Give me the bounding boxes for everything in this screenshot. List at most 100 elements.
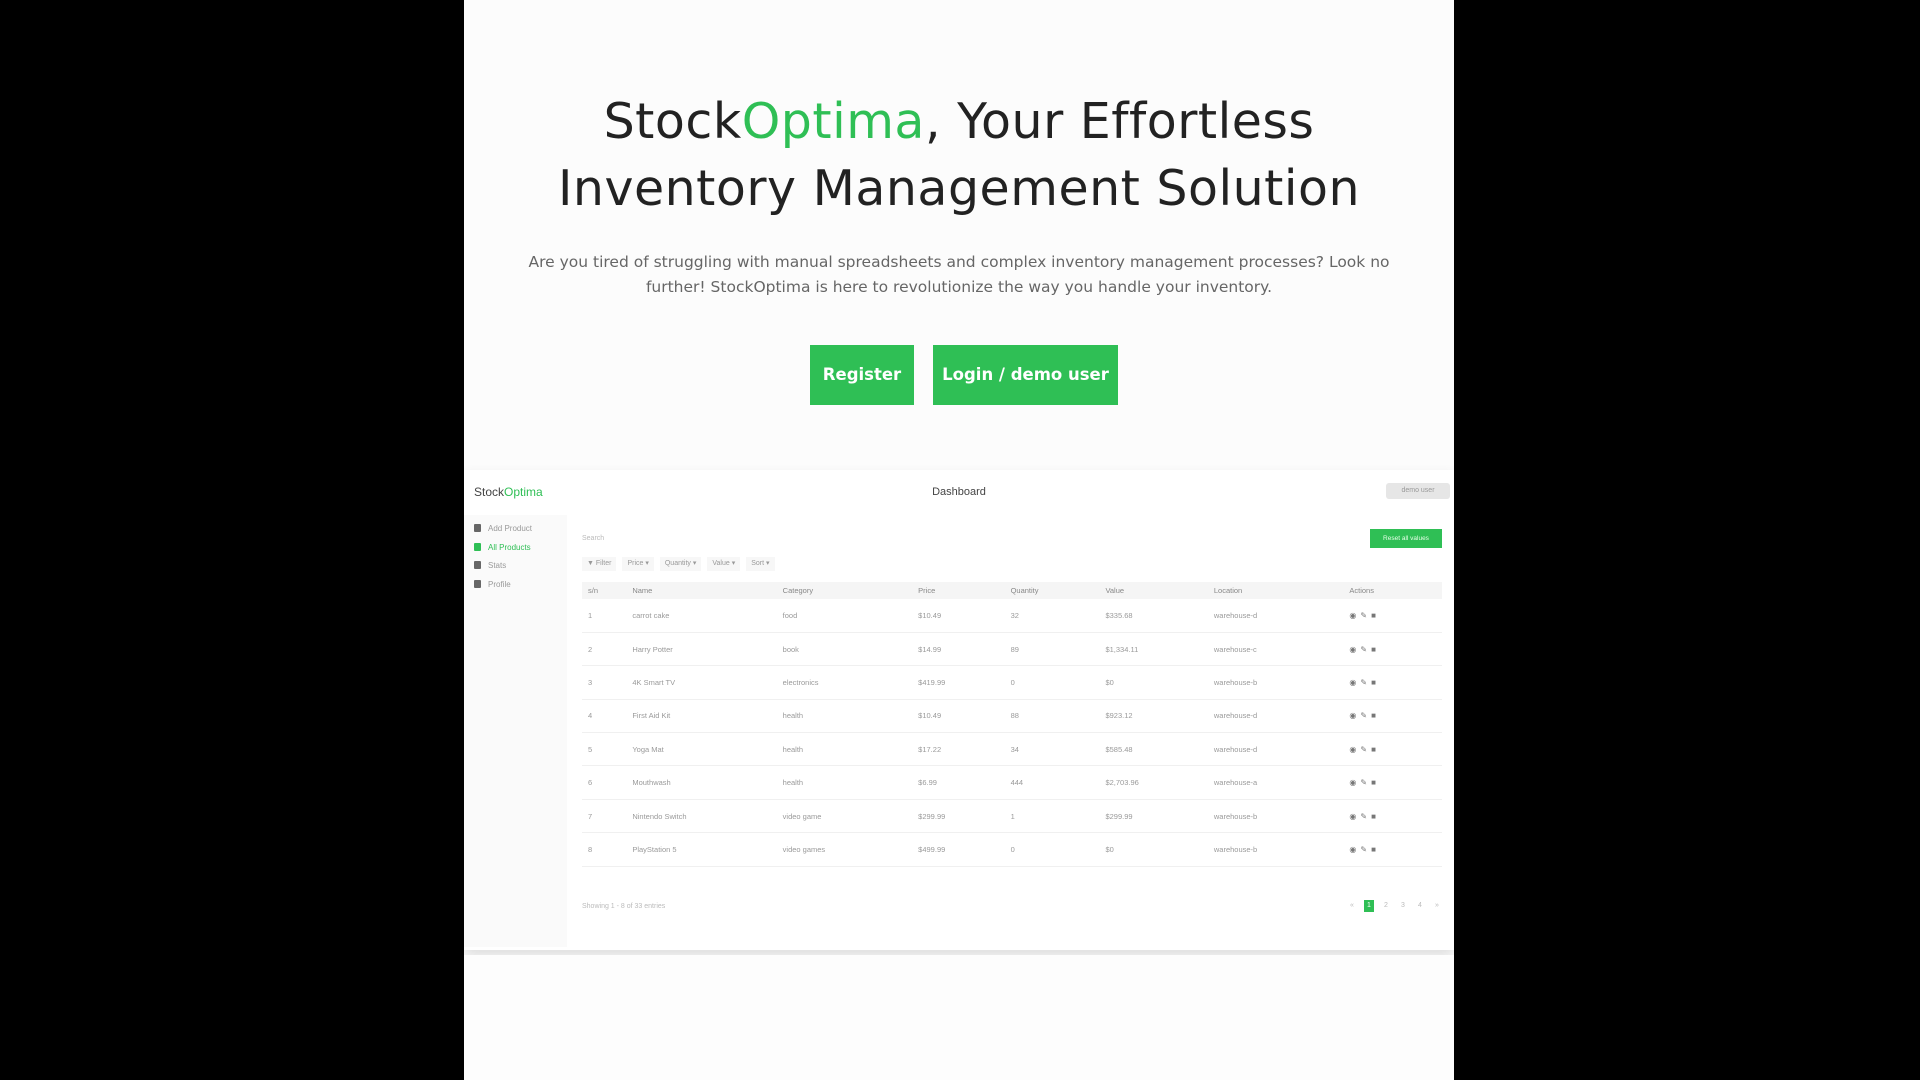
preview-table-cell: 3	[582, 665, 627, 700]
preview-table-cell: Yoga Mat	[626, 732, 777, 767]
preview-page-button: 1	[1364, 900, 1374, 912]
edit-icon: ✎	[1360, 811, 1372, 821]
preview-column-header: Actions	[1343, 582, 1442, 599]
preview-column-header: Location	[1207, 582, 1344, 599]
preview-filter-chip: ▼ Filter	[582, 557, 617, 571]
landing-page: StockOptima, Your Effortless Inventory M…	[464, 0, 1454, 1080]
preview-sidebar: Add Product All Products Stats Profile	[464, 515, 567, 947]
preview-sidebar-item: All Products	[474, 541, 531, 555]
hero-description: Are you tired of struggling with manual …	[528, 253, 1390, 296]
preview-sidebar-label: Add Product	[488, 524, 533, 533]
preview-sidebar-item: Stats	[474, 559, 506, 573]
preview-table-cell: $335.68	[1099, 599, 1208, 633]
register-button[interactable]: Register	[810, 345, 914, 405]
edit-icon: ✎	[1360, 610, 1372, 620]
view-icon: ◉	[1349, 610, 1361, 620]
view-icon: ◉	[1349, 644, 1361, 654]
preview-table-cell: $6.99	[912, 765, 1005, 800]
delete-icon: ■	[1371, 811, 1380, 821]
preview-table-cell: 6	[582, 765, 627, 800]
preview-table-cell: $14.99	[912, 632, 1005, 667]
preview-filter-chip: Price ▾	[622, 557, 654, 571]
preview-table-cell: carrot cake	[626, 599, 777, 633]
preview-pagination: « 1 2 3 4 »	[1347, 900, 1442, 912]
preview-table-row: 3 4K Smart TV electronics $419.99 0 $0 warehou…	[582, 665, 1442, 700]
preview-table-cell: video games	[776, 832, 913, 867]
preview-column-header: Price	[912, 582, 1005, 599]
preview-table-cell: health	[776, 765, 913, 800]
edit-icon: ✎	[1360, 644, 1372, 654]
page-bottom-area	[464, 955, 1454, 1080]
preview-table-cell: 0	[1004, 665, 1100, 700]
preview-row-actions: ◉✎■	[1343, 699, 1442, 734]
preview-table-cell: $419.99	[912, 665, 1005, 700]
preview-main-panel: Search Reset all values ▼ Filter Price ▾ Q…	[572, 523, 1450, 945]
preview-table-cell: 7	[582, 799, 627, 834]
preview-search-input: Search	[582, 535, 605, 542]
preview-table-cell: $499.99	[912, 832, 1005, 867]
preview-table-cell: health	[776, 732, 913, 767]
preview-page-button: 4	[1418, 902, 1422, 909]
preview-table-cell: 4	[582, 699, 627, 734]
preview-table-row: 5 Yoga Mat health $17.22 34 $585.48 warehouse-…	[582, 732, 1442, 767]
hero-title-line2: Inventory Management Solution	[557, 160, 1361, 217]
preview-row-actions: ◉✎■	[1343, 732, 1442, 767]
preview-table-cell: 8	[582, 832, 627, 867]
preview-sidebar-label: All Products	[488, 542, 531, 552]
preview-table-cell: $10.49	[912, 599, 1005, 633]
bar-chart-icon	[474, 561, 481, 569]
preview-table-cell: Mouthwash	[626, 765, 777, 800]
folder-icon	[474, 542, 481, 551]
preview-filter-chip: Sort ▾	[746, 557, 775, 571]
edit-icon: ✎	[1360, 744, 1372, 754]
file-icon	[474, 524, 481, 532]
preview-user-menu: demo user	[1386, 483, 1450, 499]
preview-table-cell: 32	[1004, 599, 1100, 633]
preview-table-row: 4 First Aid Kit health $10.49 88 $923.12 wareh…	[582, 699, 1442, 734]
preview-row-actions: ◉✎■	[1343, 832, 1442, 867]
preview-table-cell: $10.49	[912, 699, 1005, 734]
preview-table-cell: $17.22	[912, 732, 1005, 767]
preview-table-cell: Harry Potter	[626, 632, 777, 667]
preview-row-actions: ◉✎■	[1343, 799, 1442, 834]
preview-products-table: s/n Name Category Price Quantity Value Locatio…	[582, 582, 1442, 867]
preview-filter-bar: ▼ Filter Price ▾ Quantity ▾ Value ▾ Sort ▾	[582, 557, 775, 571]
preview-table-cell: health	[776, 699, 913, 734]
view-icon: ◉	[1349, 778, 1361, 788]
preview-table-cell: warehouse-c	[1207, 632, 1344, 667]
preview-table-cell: Nintendo Switch	[626, 799, 777, 834]
preview-sidebar-label: Stats	[488, 561, 507, 570]
preview-table-header: s/n Name Category Price Quantity Value Locatio…	[582, 582, 1442, 599]
preview-column-header: Name	[626, 582, 777, 599]
preview-row-actions: ◉✎■	[1343, 599, 1442, 633]
preview-sidebar-label: Profile	[488, 579, 511, 589]
login-demo-button[interactable]: Login / demo user	[933, 345, 1118, 405]
user-icon	[474, 579, 481, 588]
preview-table-cell: 444	[1004, 765, 1100, 800]
preview-table-cell: $0	[1099, 665, 1208, 700]
preview-table-row: 1 carrot cake food $10.49 32 $335.68 warehouse…	[582, 599, 1442, 633]
brand-name-accent: Optima	[741, 93, 925, 150]
view-icon: ◉	[1349, 711, 1361, 721]
delete-icon: ■	[1371, 711, 1380, 721]
preview-table-cell: 88	[1004, 699, 1100, 734]
preview-sidebar-item: Profile	[474, 578, 511, 592]
preview-table-cell: $0	[1099, 832, 1208, 867]
preview-table-cell: $923.12	[1099, 699, 1208, 734]
preview-table-row: 6 Mouthwash health $6.99 444 $2,703.96 warehou…	[582, 765, 1442, 800]
view-icon: ◉	[1349, 844, 1361, 854]
preview-page-button: «	[1350, 902, 1354, 909]
preview-sidebar-item: Add Product	[474, 522, 532, 536]
preview-table-row: 8 PlayStation 5 video games $499.99 0 $0 wareh…	[582, 832, 1442, 867]
edit-icon: ✎	[1360, 711, 1372, 721]
delete-icon: ■	[1371, 744, 1380, 754]
delete-icon: ■	[1371, 778, 1380, 788]
preview-table-cell: warehouse-d	[1207, 599, 1344, 633]
preview-page-button: »	[1435, 902, 1439, 909]
preview-table-cell: 4K Smart TV	[626, 665, 777, 700]
view-icon: ◉	[1349, 677, 1361, 687]
preview-table-cell: food	[776, 599, 913, 633]
edit-icon: ✎	[1360, 778, 1372, 788]
preview-table-cell: warehouse-b	[1207, 799, 1344, 834]
preview-table-cell: 34	[1004, 732, 1100, 767]
